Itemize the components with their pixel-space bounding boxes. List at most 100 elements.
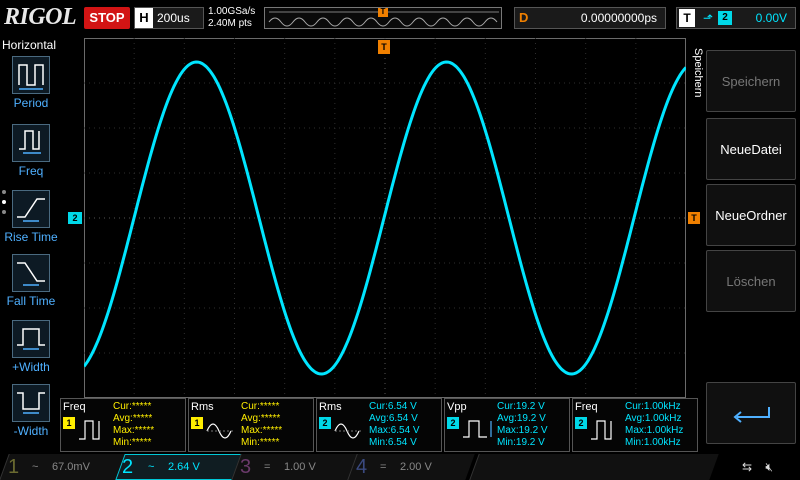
new-file-button[interactable]: NeueDatei [706,118,796,180]
measure-freq-item[interactable]: Freq [0,124,62,188]
trigger-time-marker[interactable]: T [378,40,390,54]
measurement-freq-ch1[interactable]: Freq 1 Cur:***** Avg:***** Max:***** Min… [60,398,186,452]
ch3-scale[interactable]: 1.00 V [284,454,316,480]
return-arrow-icon [733,407,770,423]
return-button[interactable] [706,382,796,444]
measurement-name: Vpp [447,401,467,413]
ch2-scale[interactable]: 2.64 V [168,454,200,480]
measurement-max: Max:19.2 V [497,425,548,436]
horizontal-label: H [135,8,153,28]
rise-time-icon [12,190,50,228]
horizontal-delay[interactable]: D 0.00000000ps [514,7,666,29]
measure-pos-width-item[interactable]: +Width [0,320,62,384]
freq-icon [79,420,100,440]
waveform-display[interactable]: 2 T T [68,38,700,398]
run-stop-status[interactable]: STOP [84,7,130,29]
measure-freq-label: Freq [18,164,44,178]
waveform-grid [82,38,688,398]
horizontal-measure-menu: Horizontal Period Freq Rise Time Fall Ti… [0,38,62,448]
delete-button[interactable]: Löschen [706,250,796,312]
measurement-bar: Freq 1 Cur:***** Avg:***** Max:***** Min… [60,398,700,452]
measurement-max: Max:1.00kHz [625,425,684,436]
ch1-number[interactable]: 1 [8,454,19,480]
rising-edge-icon: ⬏ [703,11,714,25]
trigger-settings[interactable]: T ⬏ 2 0.00V [676,7,796,29]
measurement-rms-ch1[interactable]: Rms 1 Cur:***** Avg:***** Max:***** Min:… [188,398,314,452]
measurement-max: Max:***** [241,425,283,436]
measurement-avg: Avg:***** [113,413,153,424]
ch4-scale[interactable]: 2.00 V [400,454,432,480]
channel-status-bar: 1 ~ 67.0mV 2 ~ 2.64 V 3 = 1.00 V 4 = 2.0… [0,454,800,480]
channel-badge: 2 [447,417,459,429]
ch4-number[interactable]: 4 [356,454,367,480]
horizontal-timebase[interactable]: H 200us [134,7,204,29]
measure-rise-time-label: Rise Time [4,230,58,244]
measurement-cur: Cur:***** [113,401,152,412]
channel-badge: 1 [191,417,203,429]
measurement-max: Max:***** [113,425,155,436]
measure-neg-width-label: -Width [13,424,49,438]
measurement-min: Min:1.00kHz [625,437,681,448]
rms-icon [334,423,363,439]
freq-icon [591,420,612,440]
measurement-avg: Avg:***** [241,413,281,424]
measurement-min: Min:19.2 V [497,437,545,448]
freq-icon [12,124,50,162]
usb-icon: ⇆ [742,460,753,474]
blank-status-bg [469,454,719,480]
pos-width-icon [12,320,50,358]
ch1-coupling: ~ [32,461,39,473]
ch3-number[interactable]: 3 [240,454,251,480]
measurement-rms-ch2[interactable]: Rms 2 Cur:6.54 V Avg:6.54 V Max:6.54 V M… [316,398,442,452]
measurement-freq-ch2[interactable]: Freq 2 Cur:1.00kHz Avg:1.00kHz Max:1.00k… [572,398,698,452]
speaker-muted-icon[interactable]: 🔇︎ [765,460,773,474]
ch2-coupling: ~ [148,461,155,473]
ch2-ground-marker[interactable]: 2 [68,212,82,224]
fall-time-icon [12,254,50,292]
measurement-avg: Avg:1.00kHz [625,413,682,424]
ch1-scale[interactable]: 67.0mV [52,454,90,480]
measurement-name: Freq [63,401,86,413]
measurement-cur: Cur:1.00kHz [625,401,681,412]
timebase-value: 200us [157,11,190,25]
measure-pos-width-label: +Width [12,360,50,374]
measure-period-label: Period [13,96,49,110]
measurement-name: Freq [575,401,598,413]
menu-page-indicator [2,190,6,214]
measurement-min: Min:***** [113,437,152,448]
measurement-max: Max:6.54 V [369,425,420,436]
measurement-cur: Cur:***** [241,401,280,412]
ch2-number[interactable]: 2 [122,454,133,480]
memory-depth: 2.40M pts [208,18,252,29]
measurement-avg: Avg:6.54 V [369,413,418,424]
trigger-level-value: 0.00V [755,11,787,25]
top-status-bar: RIGOL STOP H 200us 1.00GSa/s 2.40M pts T… [0,0,800,36]
measurement-vpp-ch2[interactable]: Vpp 2 Cur:19.2 V Avg:19.2 V Max:19.2 V M… [444,398,570,452]
measure-neg-width-item[interactable]: -Width [0,384,62,448]
sample-rate: 1.00GSa/s [208,6,256,17]
delay-value: 0.00000000ps [580,11,657,25]
left-menu-title: Horizontal [2,38,57,52]
memory-overview[interactable]: T [264,7,502,29]
save-menu: Speichern Speichern NeueDatei NeueOrdner… [688,38,800,448]
measure-fall-time-label: Fall Time [6,294,56,308]
save-button[interactable]: Speichern [706,50,796,112]
save-menu-title: Speichern [692,48,704,98]
delay-label: D [519,10,529,25]
channel-badge: 1 [63,417,75,429]
measure-rise-time-item[interactable]: Rise Time [0,190,62,254]
measure-fall-time-item[interactable]: Fall Time [0,254,62,318]
new-folder-button[interactable]: NeueOrdner [706,184,796,246]
ch3-coupling: = [264,461,271,473]
measure-period-item[interactable]: Period [0,56,62,120]
rigol-logo: RIGOL [4,4,77,30]
trigger-source-badge: 2 [718,11,732,25]
vpp-icon [463,420,492,438]
trigger-position-marker: T [378,8,388,17]
rms-icon [206,423,235,439]
acquisition-info: 1.00GSa/s 2.40M pts [208,6,255,30]
measurement-min: Min:6.54 V [369,437,417,448]
status-icons: ⇆ 🔇︎ [742,460,773,475]
ch4-coupling: = [380,461,387,473]
channel-badge: 2 [575,417,587,429]
